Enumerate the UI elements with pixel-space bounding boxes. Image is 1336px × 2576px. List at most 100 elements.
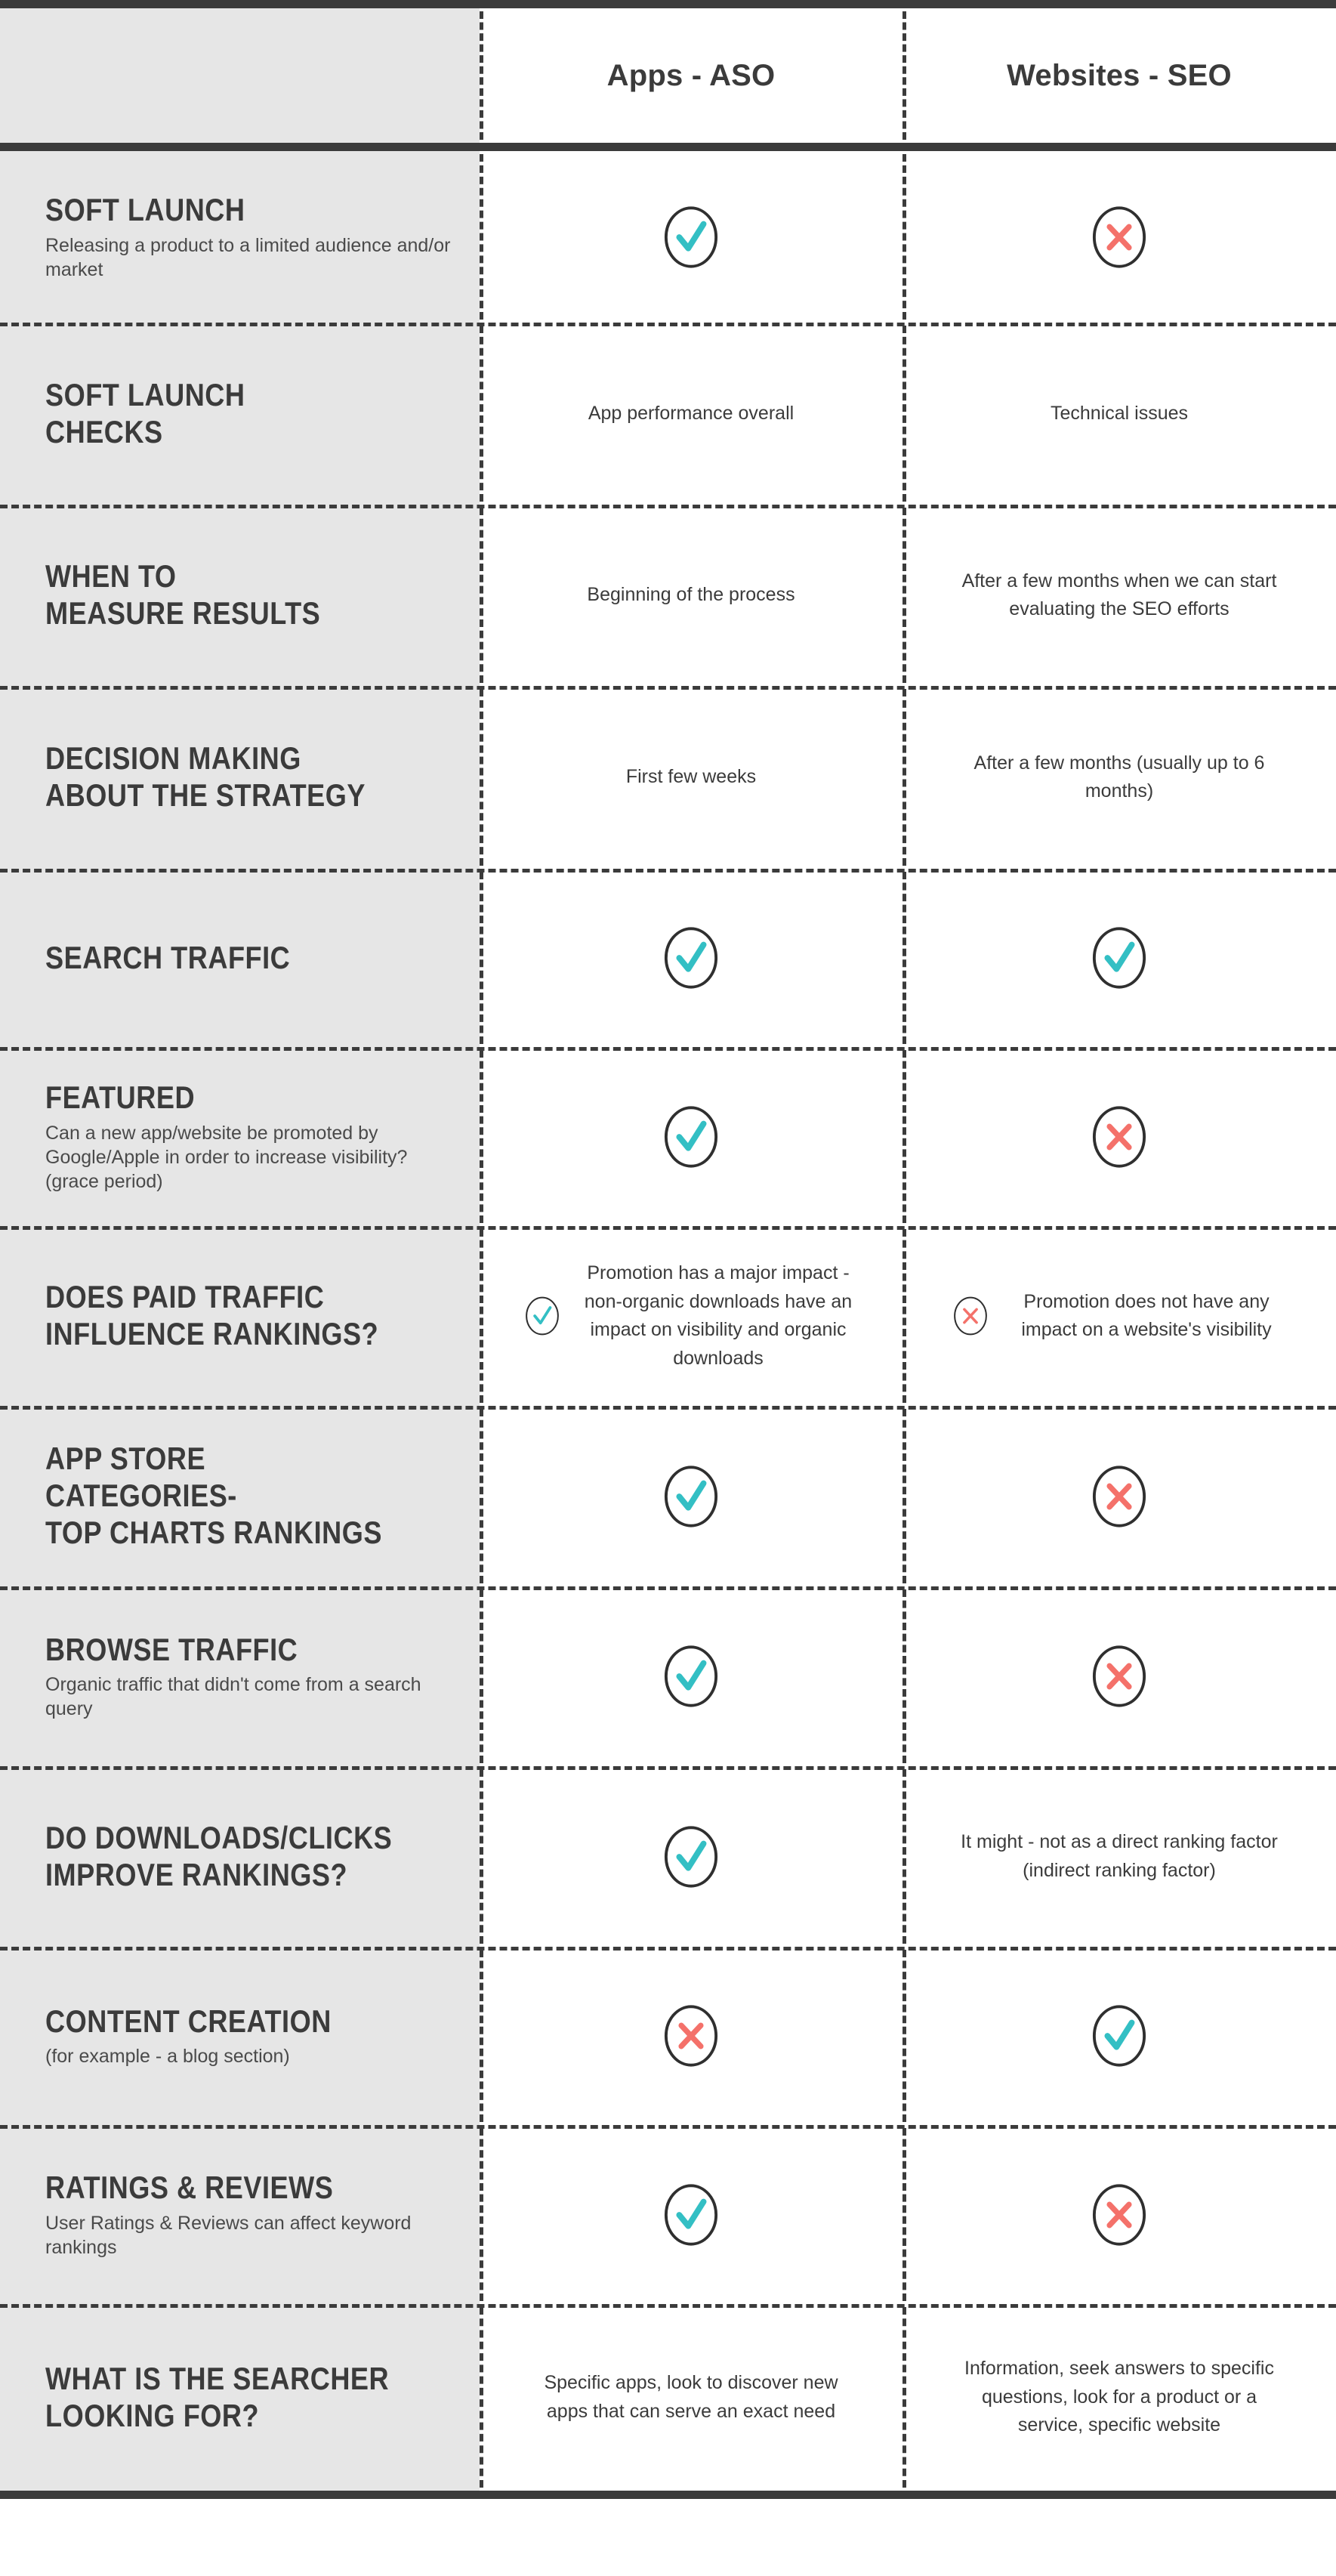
row-title: CONTENT CREATION xyxy=(45,2003,332,2039)
header-bottom-rule xyxy=(0,143,1336,151)
cell-text: App performance overall xyxy=(588,402,795,424)
row-subtitle: User Ratings & Reviews can affect keywor… xyxy=(45,2212,412,2258)
row-label-cell: DECISION MAKING ABOUT THE STRATEGY xyxy=(0,686,480,869)
cell-websites-seo xyxy=(902,1947,1336,2125)
row-label-cell: DO DOWNLOADS/CLICKS IMPROVE RANKINGS? xyxy=(0,1766,480,1947)
row-title: WHAT IS THE SEARCHER LOOKING FOR? xyxy=(45,2360,390,2433)
table-row: APP STORE CATEGORIES- TOP CHARTS RANKING… xyxy=(0,1406,1336,1586)
table-row: DO DOWNLOADS/CLICKS IMPROVE RANKINGS? It … xyxy=(0,1766,1336,1947)
cell-websites-seo: Technical issues xyxy=(902,323,1336,505)
cell-apps-aso xyxy=(480,869,902,1047)
table-row: WHAT IS THE SEARCHER LOOKING FOR? Specifi… xyxy=(0,2304,1336,2491)
table-row: DOES PAID TRAFFIC INFLUENCE RANKINGS? Pro… xyxy=(0,1226,1336,1406)
cell-text: First few weeks xyxy=(625,766,757,788)
cell-apps-aso: Promotion has a major impact - non-organ… xyxy=(480,1226,902,1406)
row-title: SOFT LAUNCH xyxy=(45,192,245,228)
row-label-cell: FEATURED Can a new app/website be promote… xyxy=(0,1047,480,1226)
row-title: RATINGS & REVIEWS xyxy=(45,2170,334,2206)
row-title: BROWSE TRAFFIC xyxy=(45,1631,298,1667)
check-circle-icon xyxy=(664,1825,718,1888)
header-label-cell xyxy=(0,8,480,143)
row-label-cell: WHAT IS THE SEARCHER LOOKING FOR? xyxy=(0,2304,480,2491)
row-subtitle: Can a new app/website be promoted by Goo… xyxy=(45,1122,408,1192)
cell-apps-aso xyxy=(480,2125,902,2304)
cell-websites-seo: After a few months (usually up to 6 mont… xyxy=(902,686,1336,869)
check-circle-icon xyxy=(1092,927,1146,989)
table-bottom-rule xyxy=(0,2491,1336,2499)
table-header-row: Apps - ASO Websites - SEO xyxy=(0,8,1336,143)
cell-text: Promotion has a major impact - non-organ… xyxy=(584,1262,853,1369)
check-circle-icon xyxy=(1092,2005,1146,2067)
table-row: SOFT LAUNCH CHECKS App performance overal… xyxy=(0,323,1336,505)
cell-apps-aso xyxy=(480,1047,902,1226)
row-subtitle: Releasing a product to a limited audienc… xyxy=(45,234,451,280)
cell-websites-seo: It might - not as a direct ranking facto… xyxy=(902,1766,1336,1947)
cell-websites-seo xyxy=(902,1406,1336,1586)
cell-websites-seo: After a few months when we can start eva… xyxy=(902,505,1336,686)
table-row: FEATURED Can a new app/website be promote… xyxy=(0,1047,1336,1226)
check-circle-icon xyxy=(664,927,718,989)
row-subtitle: Organic traffic that didn't come from a … xyxy=(45,1674,421,1720)
cell-text: Specific apps, look to discover new apps… xyxy=(544,2372,838,2422)
check-circle-icon xyxy=(664,1465,718,1527)
row-title: SOFT LAUNCH CHECKS xyxy=(45,376,245,449)
cell-text: It might - not as a direct ranking facto… xyxy=(961,1831,1278,1881)
row-title: SEARCH TRAFFIC xyxy=(45,939,291,975)
row-title: FEATURED xyxy=(45,1080,196,1116)
cell-text: Information, seek answers to specific qu… xyxy=(964,2358,1274,2436)
table-row: SOFT LAUNCH Releasing a product to a limi… xyxy=(0,151,1336,323)
table-row: RATINGS & REVIEWS User Ratings & Reviews … xyxy=(0,2125,1336,2304)
table-row: SEARCH TRAFFIC xyxy=(0,869,1336,1047)
cross-circle-icon xyxy=(664,2005,718,2067)
table-row: DECISION MAKING ABOUT THE STRATEGY First … xyxy=(0,686,1336,869)
cell-text: After a few months when we can start eva… xyxy=(961,570,1277,620)
cell-websites-seo xyxy=(902,2125,1336,2304)
cell-apps-aso: Beginning of the process xyxy=(480,505,902,686)
row-label-cell: SOFT LAUNCH CHECKS xyxy=(0,323,480,505)
row-label-cell: BROWSE TRAFFIC Organic traffic that didn'… xyxy=(0,1586,480,1766)
table-row: BROWSE TRAFFIC Organic traffic that didn'… xyxy=(0,1586,1336,1766)
row-label-cell: SOFT LAUNCH Releasing a product to a limi… xyxy=(0,151,480,323)
row-label-cell: APP STORE CATEGORIES- TOP CHARTS RANKING… xyxy=(0,1406,480,1586)
row-label-cell: DOES PAID TRAFFIC INFLUENCE RANKINGS? xyxy=(0,1226,480,1406)
cell-websites-seo xyxy=(902,1047,1336,1226)
cell-apps-aso xyxy=(480,1947,902,2125)
cell-text: After a few months (usually up to 6 mont… xyxy=(973,752,1265,802)
cell-apps-aso xyxy=(480,1586,902,1766)
cell-text: Beginning of the process xyxy=(587,584,795,606)
cell-apps-aso: Specific apps, look to discover new apps… xyxy=(480,2304,902,2491)
table-top-rule xyxy=(0,0,1336,8)
cell-websites-seo: Information, seek answers to specific qu… xyxy=(902,2304,1336,2491)
check-circle-icon xyxy=(664,2183,718,2246)
cell-apps-aso: App performance overall xyxy=(480,323,902,505)
cell-apps-aso xyxy=(480,1766,902,1947)
cross-circle-icon xyxy=(1092,205,1146,268)
table-body: SOFT LAUNCH Releasing a product to a limi… xyxy=(0,151,1336,2491)
cross-circle-icon xyxy=(1092,1465,1146,1527)
check-circle-icon xyxy=(664,1105,718,1168)
row-title: DECISION MAKING ABOUT THE STRATEGY xyxy=(45,740,366,813)
cell-apps-aso xyxy=(480,151,902,323)
row-label-cell: SEARCH TRAFFIC xyxy=(0,869,480,1047)
table-row: WHEN TO MEASURE RESULTS Beginning of the … xyxy=(0,505,1336,686)
header-apps-aso: Apps - ASO xyxy=(480,8,902,143)
header-websites-seo: Websites - SEO xyxy=(902,8,1336,143)
check-circle-icon xyxy=(664,1645,718,1707)
row-subtitle: (for example - a blog section) xyxy=(45,2046,290,2068)
cell-websites-seo xyxy=(902,151,1336,323)
check-circle-icon xyxy=(664,205,718,268)
row-title: WHEN TO MEASURE RESULTS xyxy=(45,558,321,631)
check-circle-icon xyxy=(526,1296,559,1336)
table-row: CONTENT CREATION (for example - a blog se… xyxy=(0,1947,1336,2125)
cross-circle-icon xyxy=(1092,1645,1146,1707)
cell-apps-aso: First few weeks xyxy=(480,686,902,869)
cross-circle-icon xyxy=(954,1296,987,1336)
row-label-cell: RATINGS & REVIEWS User Ratings & Reviews … xyxy=(0,2125,480,2304)
cell-text: Technical issues xyxy=(1050,402,1189,424)
cross-circle-icon xyxy=(1092,2183,1146,2246)
row-title: DOES PAID TRAFFIC INFLUENCE RANKINGS? xyxy=(45,1279,379,1351)
row-title: DO DOWNLOADS/CLICKS IMPROVE RANKINGS? xyxy=(45,1819,393,1892)
cell-websites-seo xyxy=(902,1586,1336,1766)
cell-text: Promotion does not have any impact on a … xyxy=(1021,1290,1272,1341)
cross-circle-icon xyxy=(1092,1105,1146,1168)
